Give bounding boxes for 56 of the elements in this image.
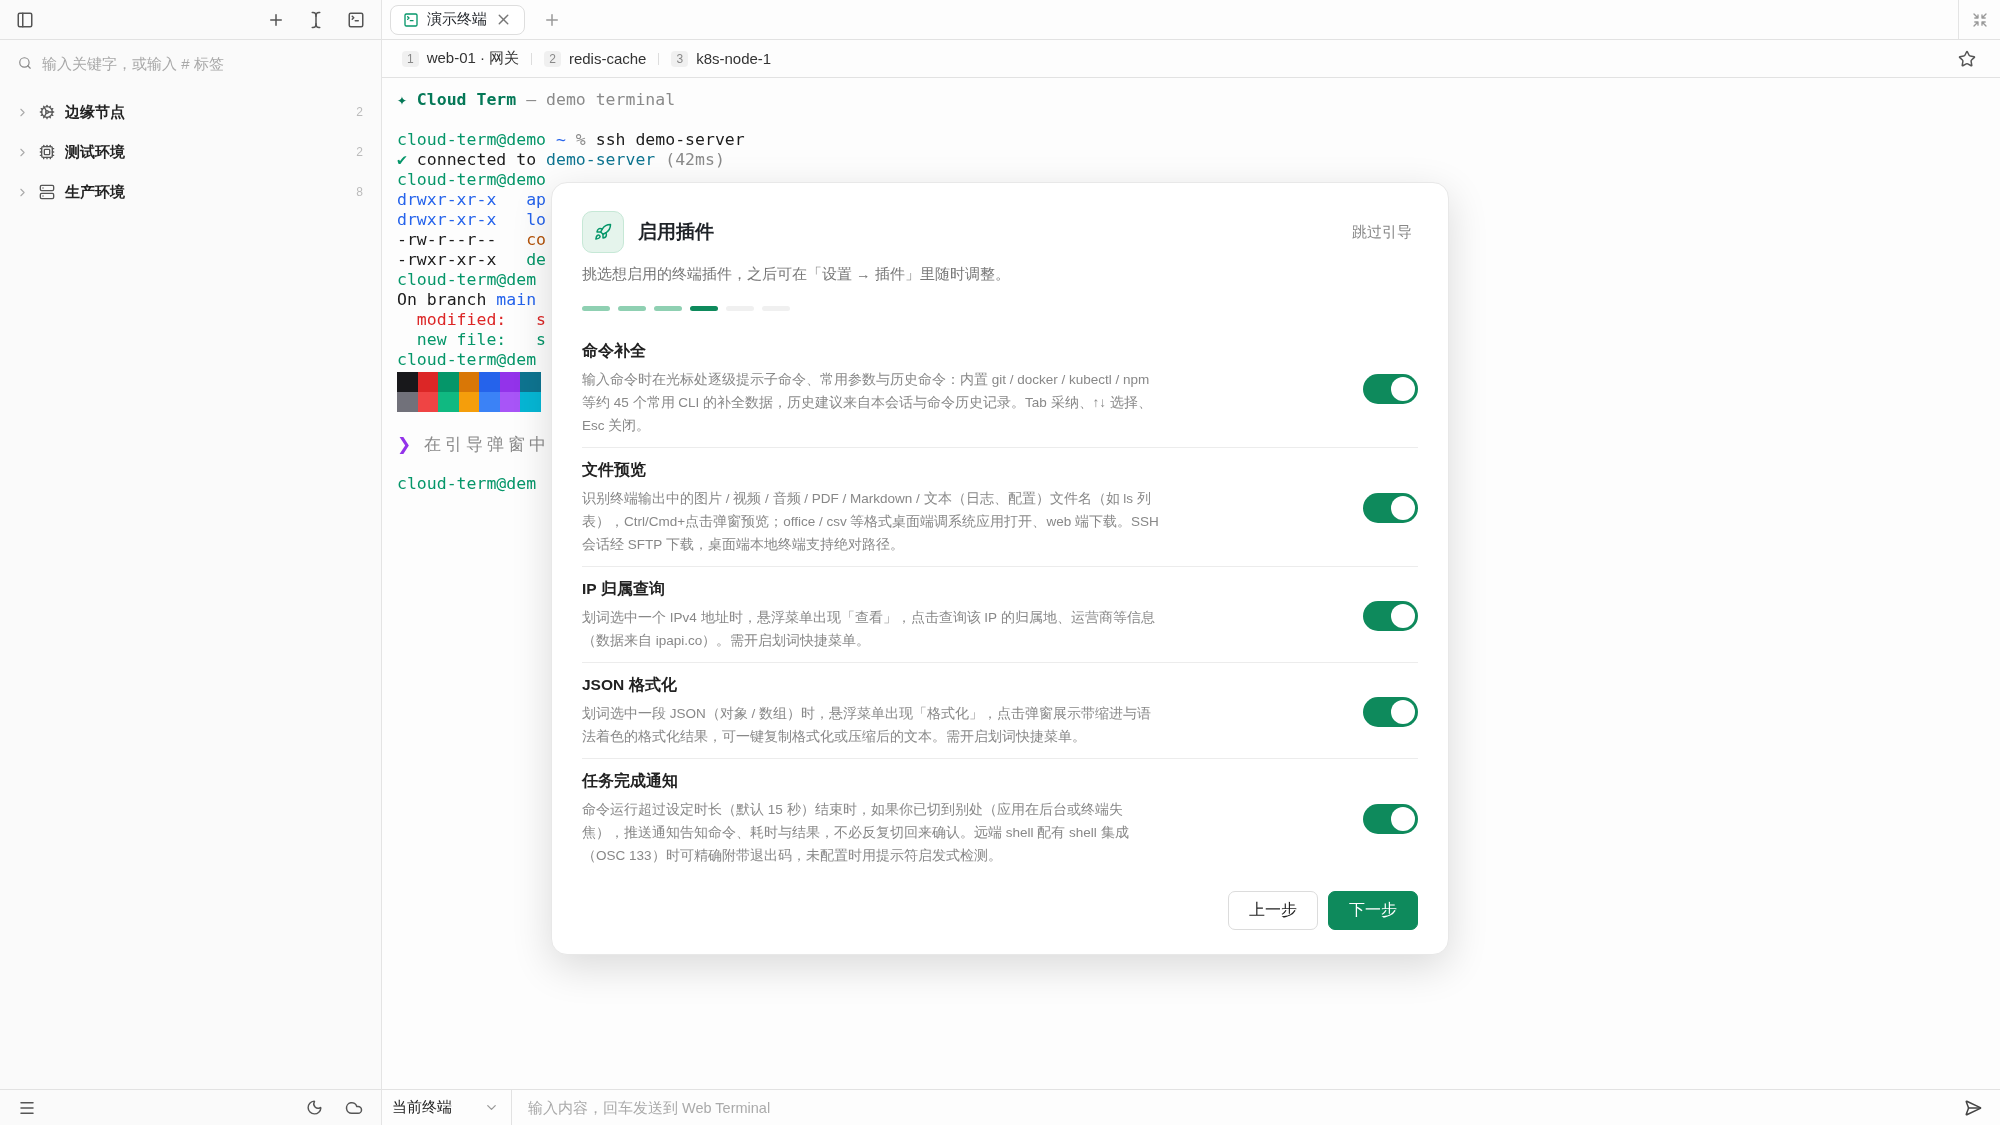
terminal-line: ✦ Cloud Term — demo terminal: [397, 90, 676, 110]
chip-icon: [39, 144, 55, 160]
dialog-subtitle: 挑选想启用的终端插件，之后可在「设置 → 插件」里随时调整。: [582, 265, 1011, 284]
plugin-description: 输入命令时在光标处逐级提示子命令、常用参数与历史命令：内置 git / docker / kubectl / npm 等约 45 个常用 CLI 的补全数据，历史建议来自本会话与命令历史记录。Tab 采纳、↑↓ 选择、Esc 关闭。: [582, 371, 1153, 435]
target-select[interactable]: 当前终端: [382, 1090, 512, 1125]
prompt-marker: ❯: [397, 434, 415, 454]
toggle-switch[interactable]: [1363, 374, 1418, 404]
plugin-description: 划词选中一个 IPv4 地址时，悬浮菜单出现「查看」，点击查询该 IP 的归属地、运营商等信息（数据来自 ipapi.co）。需开启划词快捷菜单。: [582, 609, 1156, 650]
terminal-line: -rw-r--r-- co: [397, 230, 546, 250]
cog-icon: [39, 104, 55, 120]
message-input[interactable]: 输入内容，回车发送到 Web Terminal: [526, 1098, 1946, 1117]
terminal-line: cloud-term@dem: [397, 350, 537, 370]
terminal-line: modified: s: [415, 310, 546, 330]
plugin-description: 命令运行超过设定时长（默认 15 秒）结束时，如果你已切到别处（应用在后台或终端失焦），推送通知告知命令、耗时与结果，不必反复切回来确认。远端 shell 配有 shell 集成（OSC 133）时可精确附带退出码，未配置时用提示符启发式检测。: [582, 801, 1130, 865]
terminal-line: -rwxr-xr-x de: [397, 250, 546, 270]
next-button[interactable]: 下一步: [1328, 891, 1418, 930]
back-button[interactable]: 上一步: [1228, 891, 1318, 930]
plugin-description: 识别终端输出中的图片 / 视频 / 音频 / PDF / Markdown / 文本（日志、配置）文件名（如 ls 列表），Ctrl/Cmd+点击弹窗预览；office / csv 等格式桌面端调系统应用打开、web 端下载。SSH 会话经 SFTP 下载，桌面端本地终端支持绝对路径。: [582, 490, 1160, 554]
plugin-name: JSON 格式化: [582, 675, 678, 695]
toggle-switch[interactable]: [1363, 600, 1418, 631]
terminal-line: cloud-term@dem: [397, 270, 537, 290]
plugin-name: 命令补全: [582, 341, 647, 361]
item-count: 2: [356, 105, 363, 119]
hint-text: 在引导弹窗中: [422, 434, 550, 454]
server-icon: [39, 184, 55, 200]
group-label[interactable]: 边缘节点: [65, 102, 347, 122]
plugin-name: IP 归属查询: [582, 579, 666, 599]
terminal-tab[interactable]: 演示终端: [390, 4, 525, 35]
terminal-icon: [403, 11, 419, 28]
toggle-switch[interactable]: [1363, 493, 1418, 523]
item-count: 2: [356, 145, 363, 159]
group-label[interactable]: 生产环境: [65, 182, 347, 202]
plugin-description: 划词选中一段 JSON（对象 / 数组）时，悬浮菜单出现「格式化」，点击弹窗展示带缩进与语法着色的格式化结果，可一键复制格式化或压缩后的文本。需开启划词快捷菜单。: [582, 705, 1152, 746]
host-tab[interactable]: 2 redis-cache: [544, 50, 647, 67]
toggle-switch[interactable]: [1363, 696, 1418, 727]
terminal-line: On branch main: [397, 290, 537, 310]
terminal-line: drwxr-xr-x lo: [397, 210, 546, 230]
toggle-switch[interactable]: [1363, 804, 1418, 834]
dialog-title: 启用插件: [638, 220, 715, 244]
search-icon: [18, 56, 32, 70]
group-label[interactable]: 测试环境: [65, 142, 347, 162]
item-count: 8: [356, 185, 363, 199]
tab-label: 演示终端: [427, 10, 487, 29]
terminal-line: new file: s: [415, 330, 546, 350]
terminal-line: cloud-term@demo ~ % ssh demo-server: [397, 130, 745, 150]
search-field[interactable]: 输入关键字，或输入 # 标签: [40, 53, 363, 73]
terminal-line: drwxr-xr-x ap: [397, 190, 546, 210]
terminal-line: ✔ connected to demo-server (42ms): [397, 150, 725, 170]
plugin-name: 任务完成通知: [582, 771, 679, 791]
host-tab[interactable]: 1 web-01 · 网关: [402, 49, 520, 68]
skip-link[interactable]: 跳过引导: [1346, 221, 1418, 243]
plugin-name: 文件预览: [582, 460, 647, 480]
terminal-line: cloud-term@demo: [397, 170, 546, 190]
host-tab[interactable]: 3 k8s-node-1: [671, 50, 772, 67]
rocket-icon: [582, 211, 624, 253]
terminal-line: cloud-term@dem: [397, 474, 537, 494]
